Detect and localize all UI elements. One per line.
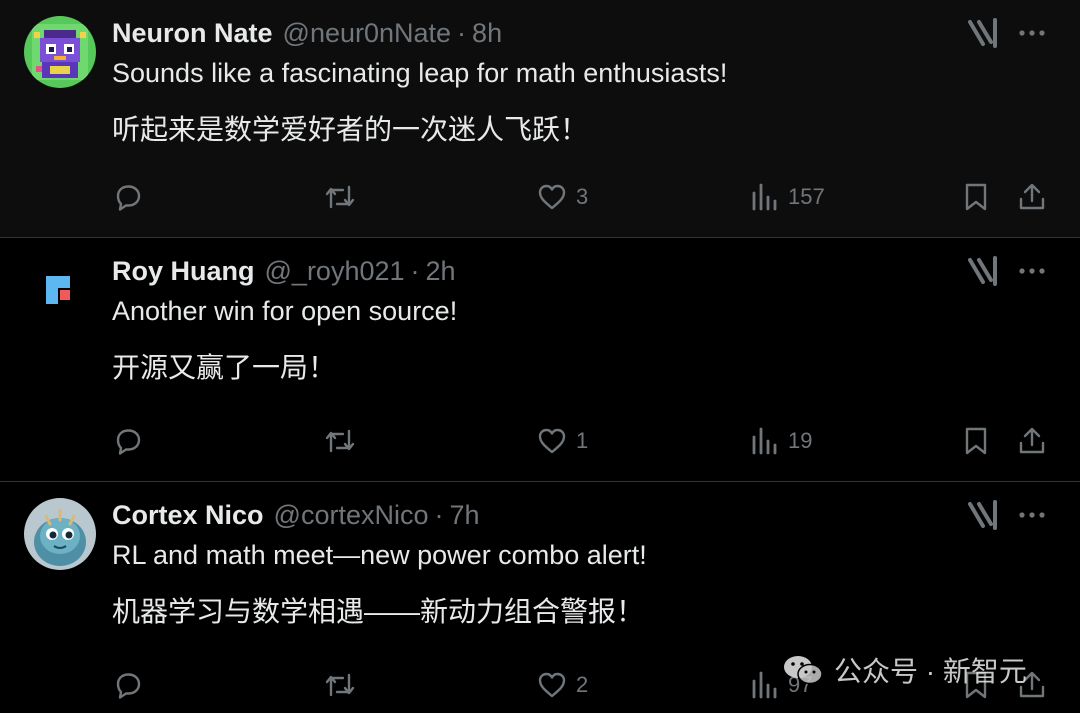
repost-icon — [325, 185, 355, 209]
like-button[interactable]: 2 — [536, 663, 588, 707]
separator-dot: · — [434, 500, 444, 530]
blue-dragon-avatar-icon — [24, 498, 96, 570]
user-handle[interactable]: @neur0nNate — [283, 18, 452, 49]
tweet-translation: 机器学习与数学相遇——新动力组合警报！ — [112, 596, 645, 627]
reply-button[interactable] — [112, 175, 152, 219]
view-count: 19 — [788, 428, 813, 453]
separator-dot: · — [457, 18, 467, 48]
like-count: 3 — [576, 184, 589, 209]
repost-icon — [325, 429, 355, 453]
view-count: 157 — [788, 184, 825, 209]
like-count: 1 — [576, 428, 589, 453]
avatar[interactable] — [24, 498, 96, 570]
grok-icon[interactable] — [966, 16, 1000, 50]
reply-button[interactable] — [112, 419, 152, 463]
share-button[interactable] — [1016, 175, 1048, 219]
tweet-actions: 1 19 — [0, 419, 1080, 463]
watermark: 公众号 · 新智元 — [782, 648, 1027, 692]
bookmark-button[interactable] — [960, 175, 992, 219]
tweet-text: Another win for open source! — [112, 296, 458, 326]
timestamp[interactable]: 2h — [426, 256, 456, 287]
grok-icon[interactable] — [966, 254, 1000, 288]
tweet-feed: Neuron Nate @neur0nNate · 8h Sounds like… — [0, 0, 1080, 713]
repost-button[interactable] — [322, 663, 366, 707]
blue-square-logo-icon — [24, 254, 96, 326]
tweet-translation: 开源又赢了一局！ — [112, 352, 337, 383]
tweet-card[interactable]: Roy Huang @_royh021 · 2h Another win for… — [0, 238, 1080, 482]
user-handle[interactable]: @cortexNico — [274, 500, 429, 531]
tweet-header: Neuron Nate @neur0nNate · 8h — [112, 18, 502, 52]
user-handle[interactable]: @_royh021 — [265, 256, 405, 287]
repost-icon — [325, 673, 355, 697]
tweet-translation: 听起来是数学爱好者的一次迷人飞跃！ — [112, 114, 589, 145]
views-button[interactable]: 19 — [750, 419, 812, 463]
tweet-text: Sounds like a fascinating leap for math … — [112, 58, 728, 88]
avatar[interactable] — [24, 254, 96, 326]
bookmark-button[interactable] — [960, 419, 992, 463]
timestamp[interactable]: 7h — [450, 500, 480, 531]
more-options-icon[interactable] — [1016, 16, 1048, 50]
heart-icon — [538, 428, 566, 454]
more-options-icon[interactable] — [1016, 498, 1048, 532]
views-icon — [752, 671, 777, 699]
like-button[interactable]: 1 — [536, 419, 588, 463]
more-options-icon[interactable] — [1016, 254, 1048, 288]
like-button[interactable]: 3 — [536, 175, 588, 219]
views-icon — [752, 183, 777, 211]
grok-icon[interactable] — [966, 498, 1000, 532]
tweet-text: RL and math meet—new power combo alert! — [112, 540, 647, 570]
tweet-card[interactable]: Neuron Nate @neur0nNate · 8h Sounds like… — [0, 0, 1080, 238]
share-button[interactable] — [1016, 419, 1048, 463]
bookmark-icon — [965, 183, 987, 211]
watermark-text: 公众号 · 新智元 — [834, 656, 1027, 687]
display-name[interactable]: Cortex Nico — [112, 500, 264, 531]
repost-button[interactable] — [322, 419, 366, 463]
heart-icon — [538, 184, 566, 210]
like-count: 2 — [576, 672, 589, 697]
reply-icon — [116, 185, 141, 211]
views-button[interactable]: 157 — [750, 175, 825, 219]
wechat-icon — [784, 656, 823, 685]
reply-icon — [116, 429, 141, 455]
repost-button[interactable] — [322, 175, 366, 219]
reply-button[interactable] — [112, 663, 152, 707]
separator-dot: · — [410, 256, 420, 286]
reply-icon — [116, 673, 141, 699]
display-name[interactable]: Roy Huang — [112, 256, 255, 287]
share-icon — [1019, 427, 1045, 454]
bookmark-icon — [965, 427, 987, 455]
share-icon — [1019, 183, 1045, 210]
purple-robot-avatar-icon — [24, 16, 96, 88]
display-name[interactable]: Neuron Nate — [112, 18, 273, 49]
heart-icon — [538, 672, 566, 698]
timestamp[interactable]: 8h — [472, 18, 502, 49]
tweet-header: Roy Huang @_royh021 · 2h — [112, 256, 456, 290]
tweet-header: Cortex Nico @cortexNico · 7h — [112, 500, 480, 534]
views-icon — [752, 427, 777, 455]
avatar[interactable] — [24, 16, 96, 88]
tweet-actions: 3 157 — [0, 175, 1080, 219]
